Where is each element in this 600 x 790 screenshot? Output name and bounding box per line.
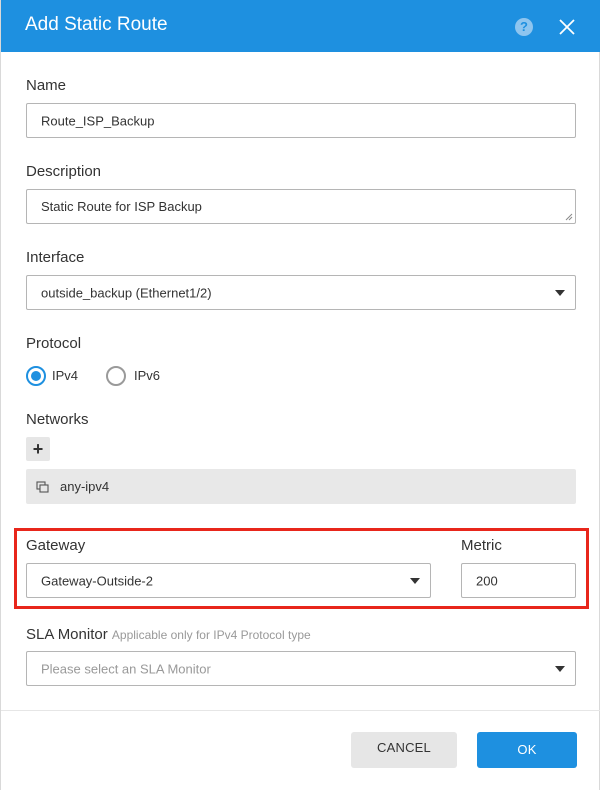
add-static-route-dialog: Add Static Route ? Name Route_ISP_Backup…	[0, 0, 600, 790]
caret-down-icon	[555, 289, 565, 296]
description-value: Static Route for ISP Backup	[41, 199, 202, 214]
protocol-label: Protocol	[26, 335, 82, 352]
networks-label: Networks	[26, 411, 89, 428]
sla-monitor-select[interactable]: Please select an SLA Monitor	[26, 651, 576, 686]
gateway-select[interactable]: Gateway-Outside-2	[26, 563, 431, 598]
cancel-button[interactable]: CANCEL	[351, 732, 457, 768]
network-object-icon	[36, 481, 49, 493]
description-label: Description	[26, 163, 102, 180]
name-label: Name	[26, 77, 67, 94]
metric-label: Metric	[461, 537, 502, 554]
sla-monitor-label: SLA Monitor Applicable only for IPv4 Pro…	[26, 626, 311, 644]
protocol-ipv6-radio[interactable]	[106, 366, 126, 386]
dialog-header: Add Static Route ?	[1, 0, 600, 52]
protocol-ipv4-radio[interactable]	[26, 366, 46, 386]
sla-monitor-hint: Applicable only for IPv4 Protocol type	[111, 628, 311, 642]
protocol-ipv4-label[interactable]: IPv4	[52, 368, 78, 384]
interface-select[interactable]: outside_backup (Ethernet1/2)	[26, 275, 576, 310]
name-input[interactable]: Route_ISP_Backup	[26, 103, 576, 138]
dialog-title: Add Static Route	[25, 14, 168, 35]
sla-monitor-title: SLA Monitor	[26, 626, 108, 643]
ok-button[interactable]: OK	[477, 732, 577, 768]
metric-value: 200	[476, 573, 498, 588]
add-network-button[interactable]: +	[26, 437, 50, 461]
gateway-label: Gateway	[26, 537, 86, 554]
interface-value: outside_backup (Ethernet1/2)	[41, 285, 212, 300]
metric-input[interactable]: 200	[461, 563, 576, 598]
resize-grip-icon[interactable]	[565, 213, 573, 221]
caret-down-icon	[410, 577, 420, 584]
sla-monitor-placeholder: Please select an SLA Monitor	[41, 661, 211, 676]
close-icon[interactable]	[557, 17, 577, 37]
description-textarea[interactable]: Static Route for ISP Backup	[26, 189, 576, 224]
caret-down-icon	[555, 665, 565, 672]
name-value: Route_ISP_Backup	[41, 113, 155, 128]
footer-divider	[1, 710, 600, 711]
gateway-value: Gateway-Outside-2	[41, 573, 153, 588]
interface-label: Interface	[26, 249, 85, 266]
network-item-label[interactable]: any-ipv4	[60, 479, 109, 494]
protocol-ipv6-label[interactable]: IPv6	[134, 368, 160, 384]
networks-list: any-ipv4	[26, 469, 576, 504]
plus-icon: +	[32, 439, 44, 459]
help-icon[interactable]: ?	[515, 18, 533, 36]
